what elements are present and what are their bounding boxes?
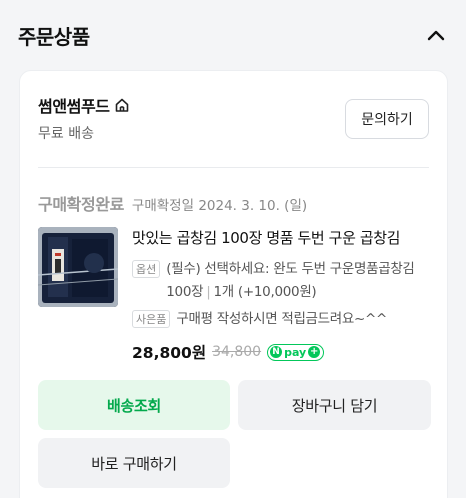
divider [38,167,429,168]
npay-label: pay [284,345,307,359]
inquiry-button[interactable]: 문의하기 [345,99,429,139]
section-header: 주문상품 [0,0,466,70]
collapse-button[interactable] [424,23,448,47]
npay-n-icon: N [270,346,283,358]
section-title: 주문상품 [18,24,90,49]
product-info: 맛있는 곱창김 100장 명품 두번 구운 곱창김 옵션 (필수) 선택하세요:… [132,227,433,363]
gift-text: 구매평 작성하시면 적립금드려요~^^ [176,311,388,327]
order-status-row: 구매확정완료 구매확정일 2024. 3. 10. (일) [38,191,307,215]
separator: | [206,284,211,300]
order-status: 구매확정완료 [38,195,124,214]
store-name: 썸앤썸푸드 [38,97,110,116]
sale-price: 28,800원 [132,344,207,362]
product-thumbnail[interactable] [38,227,118,307]
chevron-up-icon [427,30,445,41]
buy-now-button[interactable]: 바로 구매하기 [38,438,230,488]
option-row: 옵션 (필수) 선택하세요: 완도 두번 구운명품곱창김 100장 | 1개 (+1… [132,258,433,304]
option-quantity: 1개 (+10,000원) [213,284,317,300]
order-item-card: 썸앤썸푸드 무료 배송 문의하기 구매확정완료 구매확정일 2024. 3. 1… [19,70,448,498]
store-row: 썸앤썸푸드 무료 배송 문의하기 [38,93,429,149]
plus-icon: + [308,346,321,358]
option-text: (필수) 선택하세요: 완도 두번 구운명품곱창김 100장 | 1개 (+10,0… [166,258,433,304]
product-title[interactable]: 맛있는 곱창김 100장 명품 두번 구운 곱창김 [132,227,433,248]
product-image [38,227,118,307]
home-icon [115,98,128,112]
track-delivery-button[interactable]: 배송조회 [38,380,230,430]
option-tag: 옵션 [132,260,161,278]
original-price: 34,800 [212,344,262,360]
confirm-date: 구매확정일 2024. 3. 10. (일) [131,198,308,214]
gift-row: 사은품 구매평 작성하시면 적립금드려요~^^ [132,308,433,331]
add-to-cart-button[interactable]: 장바구니 담기 [238,380,431,430]
price-row: 28,800원 34,800 N pay + [132,341,433,363]
npay-plus-badge: N pay + [267,343,325,361]
gift-tag: 사은품 [132,310,171,328]
product-item[interactable]: 맛있는 곱창김 100장 명품 두번 구운 곱창김 옵션 (필수) 선택하세요:… [38,227,433,362]
